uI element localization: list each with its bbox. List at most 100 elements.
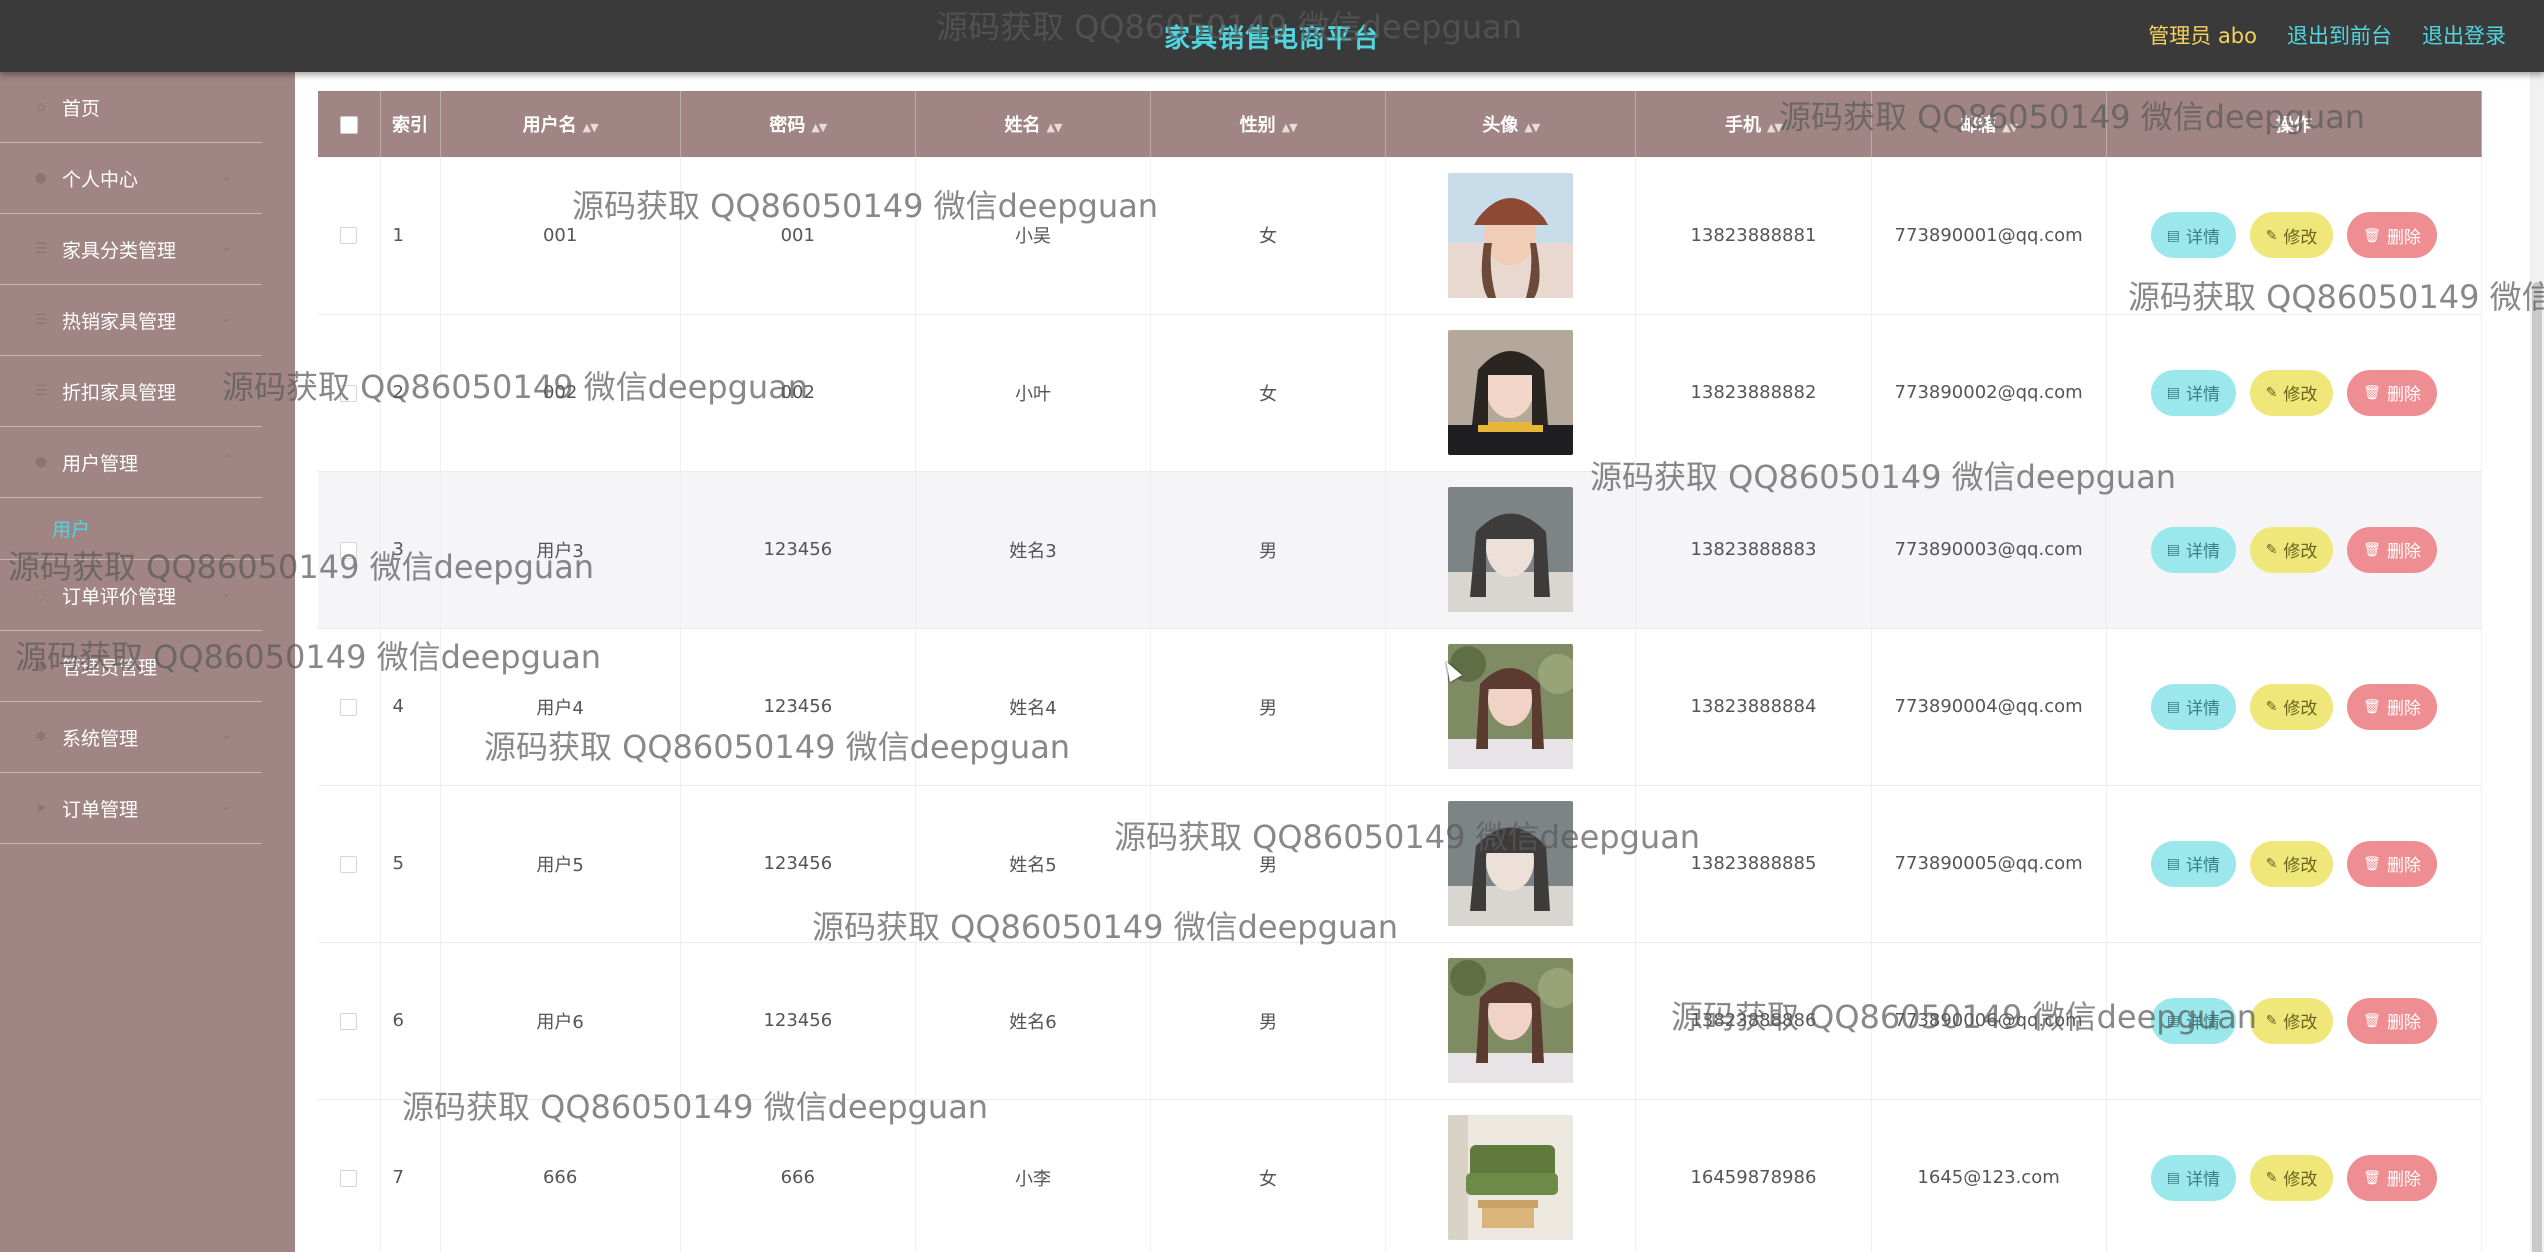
cell-avatar	[1385, 628, 1637, 785]
header-email[interactable]: 邮箱 ▲▼	[1871, 91, 2107, 157]
header-phone[interactable]: 手机 ▲▼	[1635, 91, 1872, 157]
cell-actions: ▤ 详情 ✎ 修改 🗑 删除	[2106, 785, 2483, 942]
row-select-cell[interactable]	[318, 157, 381, 314]
cell-email: 773890006@qq.com	[1871, 942, 2107, 1099]
sidebar-item-order-management[interactable]: ➤ 订单管理 ⌄	[0, 773, 262, 844]
sort-icon[interactable]: ▲▼	[583, 121, 599, 134]
row-select-cell[interactable]	[318, 314, 381, 471]
sidebar-item-admin-management[interactable]: ● 管理员管理 ⌄	[0, 631, 262, 702]
detail-button[interactable]: ▤ 详情	[2150, 997, 2236, 1044]
sidebar-item-hot-furniture[interactable]: ☰ 热销家具管理 ⌄	[0, 285, 262, 356]
sidebar-item-discount-furniture[interactable]: ☰ 折扣家具管理 ⌄	[0, 356, 262, 427]
row-select-cell[interactable]	[318, 628, 381, 785]
detail-button[interactable]: ▤ 详情	[2150, 840, 2236, 887]
edit-button[interactable]: ✎ 修改	[2249, 997, 2334, 1044]
cell-phone: 13823888886	[1635, 942, 1872, 1099]
row-select-cell[interactable]	[318, 942, 381, 1099]
document-icon: ▤	[2166, 855, 2180, 871]
sort-icon[interactable]: ▲▼	[811, 121, 827, 134]
detail-button[interactable]: ▤ 详情	[2150, 526, 2236, 573]
sidebar-item-home[interactable]: ⌂ 首页	[0, 72, 262, 143]
button-label: 修改	[2283, 1013, 2318, 1032]
detail-button[interactable]: ▤ 详情	[2150, 212, 2236, 259]
row-select-cell[interactable]	[318, 1099, 381, 1252]
table-header-row: 索引 用户名 ▲▼ 密码 ▲▼ 姓名 ▲▼ 性别 ▲▼ 头像 ▲▼ 手机 ▲▼ 邮箱 ▲▼ 操…	[318, 91, 2483, 157]
detail-button[interactable]: ▤ 详情	[2150, 683, 2236, 730]
row-checkbox[interactable]	[340, 541, 358, 559]
edit-button[interactable]: ✎ 修改	[2249, 1154, 2334, 1201]
cell-actions: ▤ 详情 ✎ 修改 🗑 删除	[2106, 1099, 2483, 1252]
cell-phone: 16459878986	[1635, 1099, 1872, 1252]
button-label: 修改	[2283, 542, 2318, 561]
row-checkbox[interactable]	[340, 1169, 358, 1187]
scrollbar[interactable]	[2530, 72, 2544, 1252]
sidebar-item-label: 管理员管理	[62, 656, 158, 679]
row-select-cell[interactable]	[318, 785, 381, 942]
header-name[interactable]: 姓名 ▲▼	[915, 91, 1152, 157]
row-select-cell[interactable]	[318, 471, 381, 628]
header-username[interactable]: 用户名 ▲▼	[440, 91, 681, 157]
header-password[interactable]: 密码 ▲▼	[680, 91, 916, 157]
delete-button[interactable]: 🗑 删除	[2347, 683, 2437, 730]
delete-button[interactable]: 🗑 删除	[2347, 1154, 2437, 1201]
delete-button[interactable]: 🗑 删除	[2347, 997, 2437, 1044]
sidebar-item-label: 个人中心	[62, 168, 139, 191]
cell-password: 123456	[680, 785, 916, 942]
logout-link[interactable]: 退出登录	[2422, 20, 2506, 50]
delete-button[interactable]: 🗑 删除	[2347, 369, 2437, 416]
delete-button[interactable]: 🗑 删除	[2347, 526, 2437, 573]
edit-button[interactable]: ✎ 修改	[2249, 369, 2334, 416]
row-checkbox[interactable]	[340, 384, 358, 402]
sort-icon[interactable]: ▲▼	[2002, 121, 2018, 134]
header-index: 索引	[380, 91, 441, 157]
header-action: 操作	[2106, 91, 2483, 157]
cell-name: 小李	[915, 1099, 1152, 1252]
cell-password: 123456	[680, 628, 916, 785]
table-row: 3 用户3 123456 姓名3 男 13823888883 773890003…	[318, 471, 2483, 628]
sidebar-item-label: 系统管理	[62, 727, 139, 750]
cell-gender: 男	[1150, 628, 1387, 785]
sort-icon[interactable]: ▲▼	[1282, 121, 1298, 134]
cell-name: 姓名5	[915, 785, 1152, 942]
detail-button[interactable]: ▤ 详情	[2150, 369, 2236, 416]
header-gender[interactable]: 性别 ▲▼	[1150, 91, 1387, 157]
button-label: 详情	[2185, 1013, 2220, 1032]
home-icon: ⌂	[36, 99, 46, 115]
cell-name: 姓名4	[915, 628, 1152, 785]
sidebar: ⌂ 首页 ● 个人中心 ⌄ ☰ 家具分类管理 ⌄ ☰ 热销家具管理 ⌄ ☰ 折扣…	[0, 72, 262, 1252]
sidebar-item-personal-center[interactable]: ● 个人中心 ⌄	[0, 143, 262, 214]
edit-button[interactable]: ✎ 修改	[2249, 526, 2334, 573]
row-checkbox[interactable]	[340, 1012, 358, 1030]
sidebar-item-user-management[interactable]: ● 用户管理 ⌃	[0, 427, 262, 498]
row-checkbox[interactable]	[340, 227, 358, 245]
exit-to-front-link[interactable]: 退出到前台	[2287, 20, 2392, 50]
delete-button[interactable]: 🗑 删除	[2347, 840, 2437, 887]
delete-button[interactable]: 🗑 删除	[2347, 212, 2437, 259]
edit-button[interactable]: ✎ 修改	[2249, 840, 2334, 887]
sort-icon[interactable]: ▲▼	[1524, 121, 1540, 134]
sort-icon[interactable]: ▲▼	[1767, 121, 1783, 134]
list-icon: ☰	[34, 312, 48, 328]
chevron-down-icon: ⌄	[221, 728, 232, 743]
button-label: 详情	[2185, 856, 2220, 875]
detail-button[interactable]: ▤ 详情	[2150, 1154, 2236, 1201]
edit-button[interactable]: ✎ 修改	[2249, 212, 2334, 259]
document-icon: ▤	[2166, 226, 2180, 243]
sidebar-item-order-review[interactable]: ◌ 订单评价管理 ⌄	[0, 560, 262, 631]
cell-actions: ▤ 详情 ✎ 修改 🗑 删除	[2106, 942, 2483, 1099]
sidebar-item-furniture-category[interactable]: ☰ 家具分类管理 ⌄	[0, 214, 262, 285]
trash-icon: 🗑	[2363, 1012, 2381, 1028]
cell-gender: 女	[1150, 1099, 1387, 1252]
button-label: 详情	[2185, 1170, 2220, 1189]
sidebar-subitem-user[interactable]: 用户	[0, 498, 262, 560]
edit-button[interactable]: ✎ 修改	[2249, 683, 2334, 730]
row-checkbox[interactable]	[340, 855, 358, 873]
scrollbar-thumb[interactable]	[2532, 282, 2542, 1252]
sort-icon[interactable]: ▲▼	[1046, 121, 1062, 134]
row-checkbox[interactable]	[340, 698, 358, 716]
sidebar-item-system-management[interactable]: ✱ 系统管理 ⌄	[0, 702, 262, 773]
select-all-checkbox[interactable]	[339, 115, 358, 134]
select-all-cell[interactable]	[318, 91, 381, 157]
header-avatar[interactable]: 头像 ▲▼	[1385, 91, 1637, 157]
cell-username: 用户6	[440, 942, 681, 1099]
